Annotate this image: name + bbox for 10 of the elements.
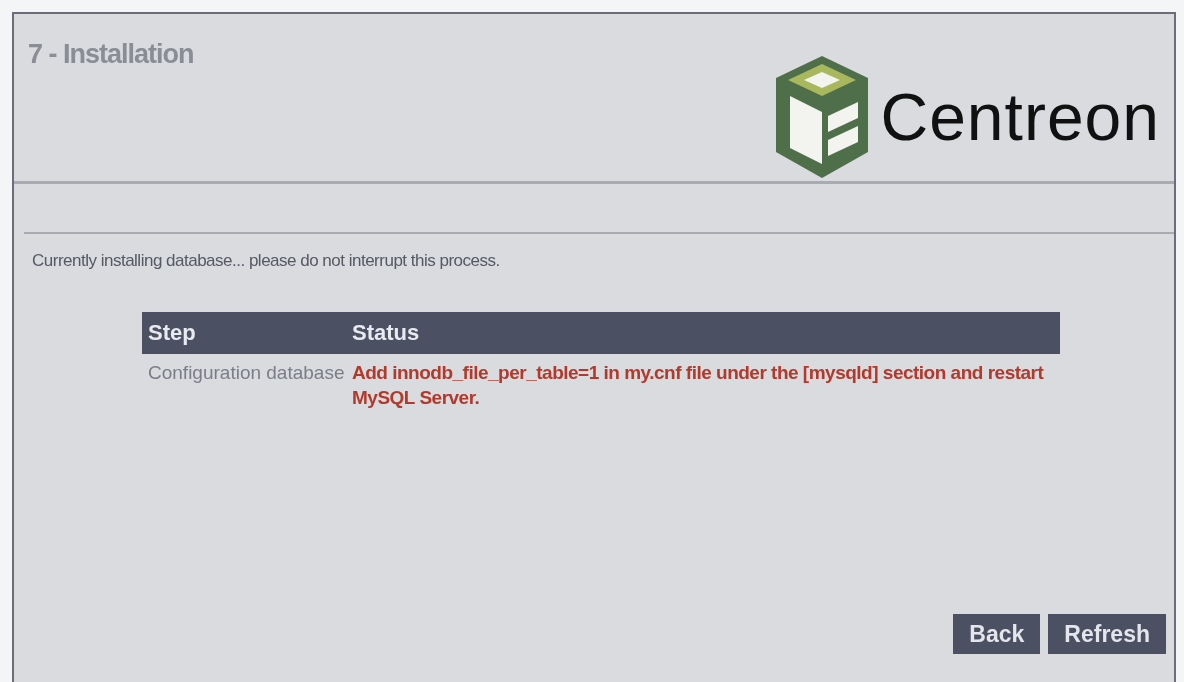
page-title: 7 - Installation (28, 38, 194, 71)
back-button[interactable]: Back (953, 613, 1041, 654)
refresh-button[interactable]: Refresh (1048, 613, 1166, 654)
cube-logo-icon (776, 56, 869, 178)
logo-text: Centreon (880, 78, 1160, 156)
table-cell: Configuration database (148, 361, 345, 383)
error-text: Add innodb_file_per_table=1 in my.cnf file under the [mysqld] section and restart MySQL Server. (352, 360, 1045, 411)
column-header: Status (352, 319, 421, 347)
status-message: Currently installing database... please do not interrupt this process. (31, 250, 501, 272)
column-header: Step (147, 319, 197, 347)
